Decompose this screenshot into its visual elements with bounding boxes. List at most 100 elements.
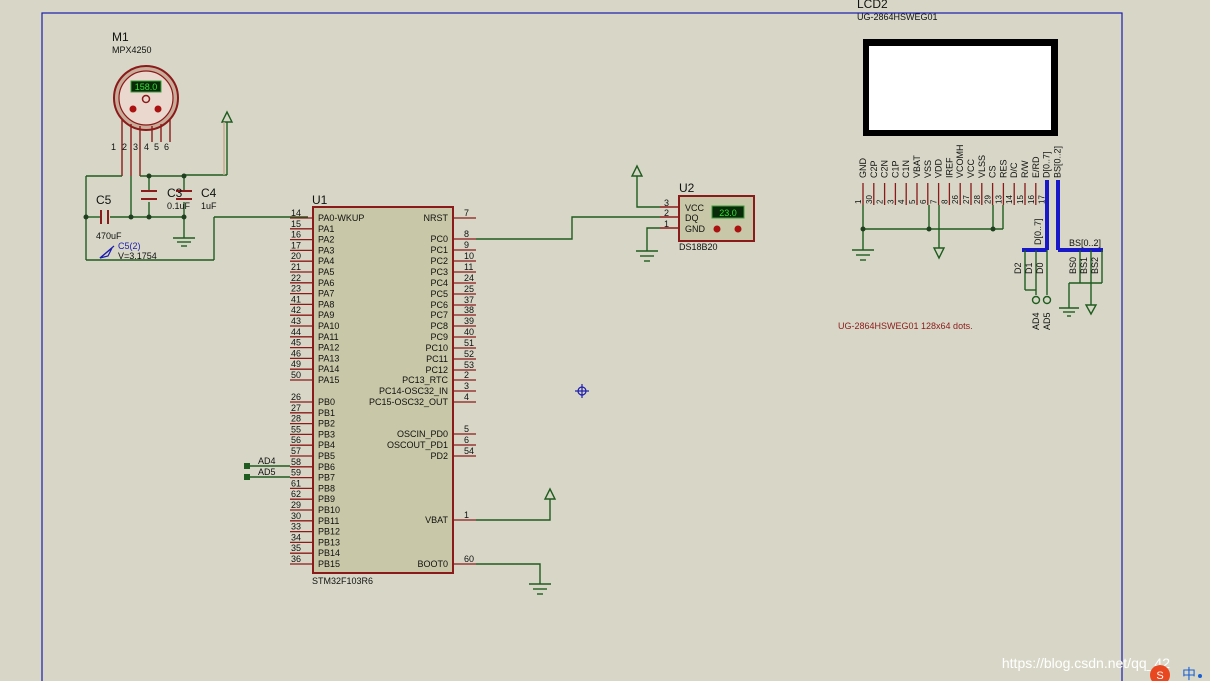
u1-pin-number: 27 <box>291 403 301 413</box>
bus-label-bs: BS[0..2] <box>1069 238 1101 248</box>
lcd-pins: GND 1 C2P 30 C2N 2 C1P 3 C1N 4 VBAT 5 VSS 6 VDD 7 IREF 8 V… <box>854 145 1062 205</box>
u1-pin-number: 49 <box>291 359 301 369</box>
u1-pin-number: 51 <box>464 338 474 348</box>
u1-pin-name: PA14 <box>318 364 339 374</box>
u1-pin-name: PB12 <box>318 527 340 537</box>
u1-pin-number: 22 <box>291 273 301 283</box>
u1-pin-name: PB9 <box>318 494 335 504</box>
u1-pin-number: 46 <box>291 348 301 358</box>
sensor-m1[interactable]: M1 MPX4250 158.0 1 2 3 4 5 6 <box>111 30 179 176</box>
m1-ref: M1 <box>112 30 129 44</box>
lcd-pin-name: C1P <box>890 160 900 178</box>
display-lcd2[interactable]: LCD2 UG-2864HSWEG01 GND 1 C2P 30 C2N 2 C1P 3 C1N… <box>854 0 1062 205</box>
u1-pin-name: PA1 <box>318 224 334 234</box>
u1-pin-name: PB5 <box>318 451 335 461</box>
net-label-lcd-ad4: AD4 <box>1031 312 1041 330</box>
lcd-pin-number: 6 <box>919 199 928 204</box>
u1-pin-number: 58 <box>291 457 301 467</box>
lcd-pin-name: C2N <box>880 160 890 178</box>
u1-ref: U1 <box>312 193 328 207</box>
u1-pin-number: 40 <box>464 327 474 337</box>
voltage-probe[interactable]: C5(2) V=3.1754 <box>99 241 157 261</box>
u1-pin-number: 8 <box>464 229 469 239</box>
lcd-pin-name: D/C <box>1009 162 1019 178</box>
u1-pin-name: PC5 <box>430 289 448 299</box>
lcd-pin-number: 3 <box>886 199 895 204</box>
u1-pin-number: 7 <box>464 208 469 218</box>
u1-pin-name: PC14-OSC32_IN <box>379 386 448 396</box>
u1-pin-name: PB14 <box>318 548 340 558</box>
u1-pin-name: PA7 <box>318 289 334 299</box>
u1-pin-number: 17 <box>291 240 301 250</box>
capacitor-c5[interactable] <box>100 210 109 224</box>
lcd-part: UG-2864HSWEG01 <box>857 12 938 22</box>
c4-ref: C4 <box>201 186 217 200</box>
u1-pin-name: BOOT0 <box>417 559 448 569</box>
m1-pin-4: 4 <box>144 142 149 152</box>
svg-text:S: S <box>1156 670 1163 681</box>
u1-pin-number: 43 <box>291 316 301 326</box>
u1-pin-name: PC10 <box>425 343 448 353</box>
u1-pin-name: PA10 <box>318 321 339 331</box>
u1-pin-number: 15 <box>291 219 301 229</box>
lcd-pin-name: CS <box>988 165 998 178</box>
wire-pc0-dq <box>476 216 660 240</box>
u1-pin-number: 34 <box>291 532 301 542</box>
u1-pin-number: 4 <box>464 392 469 402</box>
schematic-canvas[interactable]: M1 MPX4250 158.0 1 2 3 4 5 6 C5 470uF C3… <box>0 0 1210 681</box>
u1-pin-number: 28 <box>291 414 301 424</box>
lcd-pin-number: 26 <box>951 195 960 204</box>
u1-pin-name: PC7 <box>430 310 448 320</box>
lcd-pin-name: C2P <box>869 160 879 178</box>
lcd-pin-name: IREF <box>944 157 954 178</box>
u1-pin-number: 59 <box>291 468 301 478</box>
ground-symbol-boot0 <box>476 563 551 595</box>
lcd-pin-number: 30 <box>865 195 874 204</box>
u1-pin-number: 39 <box>464 316 474 326</box>
brand-logo-icon: S 中 <box>1150 665 1202 681</box>
u1-pin-name: PB6 <box>318 462 335 472</box>
lcd-pin-name: VCOMH <box>955 145 965 179</box>
tap-d0: D0 <box>1035 262 1045 274</box>
wires-lcd <box>852 205 1004 261</box>
m1-pin-3: 3 <box>133 142 138 152</box>
u1-pin-name: PB8 <box>318 483 335 493</box>
u1-pin-number: 38 <box>464 305 474 315</box>
u2-pin-gnd: GND <box>685 224 706 234</box>
lcd-pin-number: 1 <box>854 199 863 204</box>
u1-pin-number: 61 <box>291 478 301 488</box>
u1-pin-name: PA15 <box>318 375 339 385</box>
u1-pin-number: 24 <box>464 273 474 283</box>
lcd-pin-number: 7 <box>930 199 939 204</box>
capacitor-c3[interactable] <box>141 190 157 200</box>
net-label-lcd-ad5: AD5 <box>1042 312 1052 330</box>
u1-pin-name: VBAT <box>425 515 448 525</box>
u1-pin-number: 54 <box>464 446 474 456</box>
lcd-pin-number: 29 <box>984 195 993 204</box>
svg-text:中: 中 <box>1182 666 1196 681</box>
wires-u2 <box>630 164 660 262</box>
lcd-pin-name: E/RD <box>1031 156 1041 178</box>
tap-bs2: BS2 <box>1090 257 1100 274</box>
u1-pin-name: PB0 <box>318 397 335 407</box>
u2-display-value: 23.0 <box>719 208 737 218</box>
lcd-pin-number: 2 <box>876 199 885 204</box>
probe-value: V=3.1754 <box>118 251 157 261</box>
lcd-pin-number: 15 <box>1016 195 1025 204</box>
c4-value: 1uF <box>201 201 217 211</box>
m1-pin-6: 6 <box>164 142 169 152</box>
mcu-u1[interactable]: U1 14 PA0-WKUP15 PA116 PA217 PA320 PA421 PA522… <box>290 193 476 586</box>
u1-pin-name: PA0-WKUP <box>318 213 364 223</box>
u1-pin-number: 33 <box>291 522 301 532</box>
c3-ref: C3 <box>167 186 183 200</box>
c3-value: 0.1uF <box>167 201 191 211</box>
tap-d1: D1 <box>1024 262 1034 274</box>
tap-bs1: BS1 <box>1079 257 1089 274</box>
lcd-pin-number: 27 <box>962 195 971 204</box>
u1-pin-number: 42 <box>291 305 301 315</box>
lcd-pin-name: RES <box>998 159 1008 178</box>
u2-part: DS18B20 <box>679 242 718 252</box>
u1-pin-name: PC11 <box>426 354 448 364</box>
tap-d2: D2 <box>1013 262 1023 274</box>
lcd-pin-number: 14 <box>1005 195 1014 204</box>
